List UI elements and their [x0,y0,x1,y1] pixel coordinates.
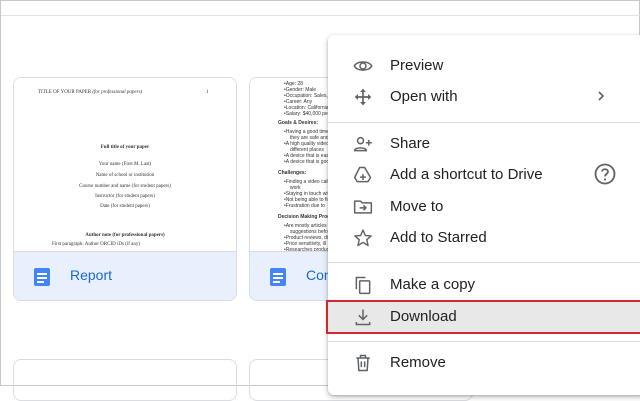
chevron-right-icon [598,91,605,101]
star-outline-icon [354,229,372,247]
thumb-line: Date (for student papers) [100,204,150,209]
menu-item-open-with[interactable]: Open with [328,82,640,112]
thumb-line: Frustration due to [284,203,325,209]
thumb-header: TITLE OF YOUR PAPER (for professional pa… [38,90,143,95]
menu-divider [328,122,640,123]
menu-item-label: Move to [390,198,444,215]
file-card-footer[interactable]: Report [14,251,236,300]
menu-item-download[interactable]: Download [326,300,640,334]
menu-item-label: Open with [390,88,458,105]
thumb-line: Goals & Desires: [278,120,319,126]
thumb-line: Instructor (for student papers) [95,194,155,199]
thumb-line: First paragraph: Author ORCID iDs (if an… [52,242,141,247]
menu-item-label: Add a shortcut to Drive [390,166,543,183]
copy-icon [355,276,371,295]
folder-move-icon [353,200,373,214]
menu-item-label: Download [390,308,457,325]
menu-item-label: Preview [390,57,444,74]
thumb-line: Author note (for professional papers) [85,233,165,238]
google-docs-icon [270,268,286,286]
trash-icon [356,354,370,372]
context-menu: Preview Open with Share Add a shortcut t… [326,35,640,395]
menu-item-remove[interactable]: Remove [328,348,640,378]
menu-item-add-shortcut[interactable]: Add a shortcut to Drive [328,160,640,190]
thumb-page-number: 1 [206,90,209,95]
toolbar-divider [1,15,640,16]
menu-item-label: Add to Starred [390,229,487,246]
person-add-icon [353,136,372,152]
google-docs-icon [34,268,50,286]
menu-item-move-to[interactable]: Move to [328,192,640,222]
thumb-line: Challenges: [278,170,307,176]
thumb-line: Course number and name (for student pape… [79,184,171,189]
file-thumbnail[interactable]: TITLE OF YOUR PAPER (for professional pa… [14,78,236,250]
menu-item-make-a-copy[interactable]: Make a copy [328,270,640,300]
help-circle-icon[interactable] [593,162,617,186]
drive-shortcut-icon [353,166,372,183]
eye-icon [353,61,373,71]
move-arrows-icon [354,88,372,106]
menu-item-share[interactable]: Share [328,129,640,159]
menu-item-add-to-starred[interactable]: Add to Starred [328,223,640,253]
thumb-line: Name of school or institution [95,173,155,178]
file-card-report[interactable]: TITLE OF YOUR PAPER (for professional pa… [13,77,237,301]
menu-item-label: Make a copy [390,276,476,293]
menu-item-preview[interactable]: Preview [328,51,640,81]
file-name[interactable]: Report [70,267,112,283]
thumb-line: Full title of your paper [100,145,150,150]
download-icon [355,309,371,326]
file-card[interactable] [13,359,237,401]
thumb-line: A device that is good [284,159,332,165]
menu-item-label: Share [390,135,431,152]
menu-divider [328,262,640,263]
menu-item-label: Remove [390,354,446,371]
thumb-line: Your name (First M. Last) [98,162,152,167]
menu-divider [328,341,640,342]
